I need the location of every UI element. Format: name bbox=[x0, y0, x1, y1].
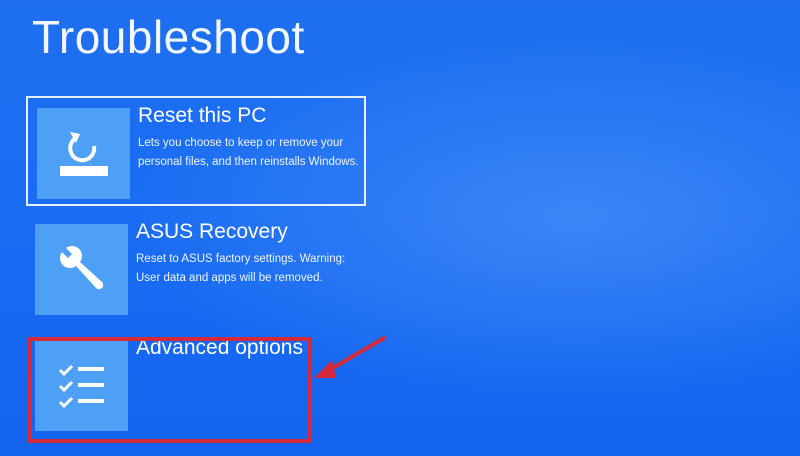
asus-recovery-option[interactable]: ASUS Recovery Reset to ASUS factory sett… bbox=[26, 214, 366, 324]
option-description: Reset to ASUS factory settings. Warning:… bbox=[136, 253, 346, 284]
option-title: Reset this PC bbox=[138, 104, 267, 127]
option-description: Lets you choose to keep or remove your p… bbox=[138, 137, 359, 168]
annotation-highlight-box bbox=[28, 337, 312, 443]
page-title: Troubleshoot bbox=[32, 11, 305, 63]
reset-pc-icon bbox=[37, 108, 130, 199]
wrench-icon bbox=[35, 224, 128, 315]
reset-this-pc-option[interactable]: Reset this PC Lets you choose to keep or… bbox=[26, 96, 366, 206]
option-title: ASUS Recovery bbox=[136, 220, 288, 243]
annotation-arrow-icon bbox=[314, 336, 386, 378]
